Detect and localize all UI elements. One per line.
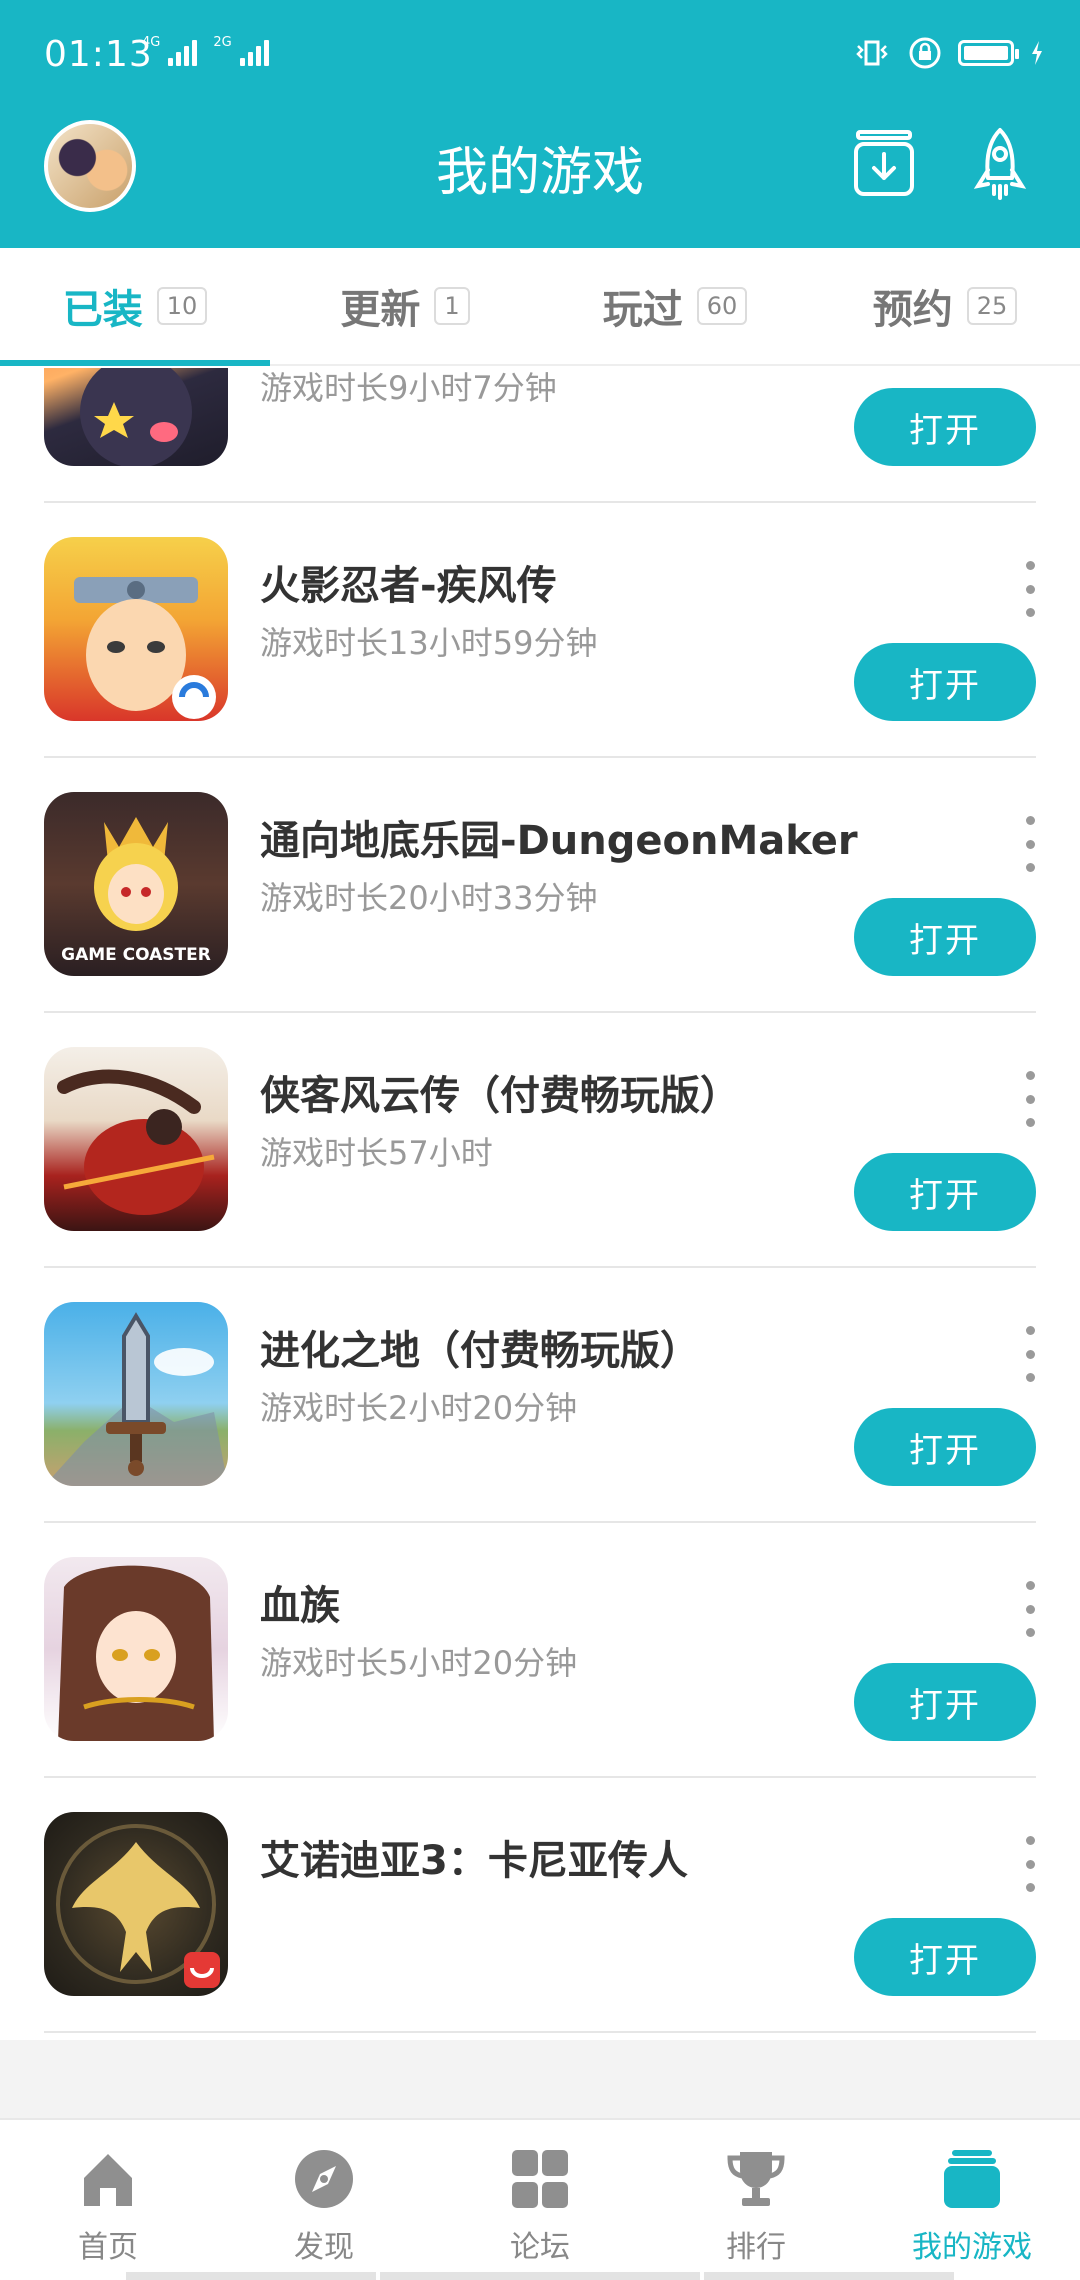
tab-label: 已装 [62, 287, 143, 333]
grid-icon [512, 2150, 568, 2208]
playtime-text: 游戏时长5小时20分钟 [260, 1644, 578, 1682]
status-time: 01:13 [44, 34, 153, 75]
nav-forum[interactable]: 论坛 [432, 2120, 648, 2280]
game-title: 通向地底乐园-DungeonMaker [260, 818, 858, 864]
status-right-icons [852, 36, 1044, 70]
playtime-text: 游戏时长57小时 [260, 1134, 493, 1172]
tab-count-badge: 60 [696, 287, 748, 325]
more-options-icon[interactable] [1020, 1071, 1040, 1127]
compass-icon [295, 2150, 353, 2208]
more-options-icon[interactable] [1020, 1326, 1040, 1382]
game-item-4[interactable]: 进化之地（付费畅玩版） 游戏时长2小时20分钟 打开 [0, 1268, 1080, 1523]
sword-icon [44, 1312, 228, 1486]
tab-bar: 已装 10 更新 1 玩过 60 预约 25 [0, 248, 1080, 366]
game-item-2[interactable]: GAME COASTER 通向地底乐园-DungeonMaker 游戏时长20小… [0, 758, 1080, 1013]
icon-caption: GAME COASTER [61, 945, 211, 965]
open-game-button[interactable]: 打开 [854, 1663, 1036, 1741]
ninja-portrait-icon [74, 577, 216, 719]
gesture-bar-right [704, 2272, 954, 2280]
tab-count-badge: 1 [434, 287, 470, 325]
nav-home[interactable]: 首页 [0, 2120, 216, 2280]
demon-girl-icon: GAME COASTER [61, 817, 211, 965]
game-item-5[interactable]: 血族 游戏时长5小时20分钟 打开 [0, 1523, 1080, 1778]
lock-rotation-icon [909, 37, 941, 69]
tab-installed[interactable]: 已装 10 [0, 248, 270, 366]
playtime-text: 游戏时长20小时33分钟 [260, 879, 598, 917]
signal-indicators: 4G 2G [142, 36, 269, 66]
download-box-icon[interactable] [852, 128, 916, 198]
vampire-girl-icon [58, 1565, 214, 1741]
active-tab-indicator [0, 360, 270, 366]
bottom-navigation: 首页 发现 论坛 排行 我的游戏 [0, 2118, 1080, 2280]
nav-label: 论坛 [510, 2230, 570, 2265]
open-game-button[interactable]: 打开 [854, 388, 1036, 466]
open-game-button[interactable]: 打开 [854, 643, 1036, 721]
nav-label: 排行 [726, 2230, 786, 2265]
game-item-0[interactable]: 游戏时长9小时7分钟 打开 [0, 368, 1080, 503]
network-type-2: 2G [213, 35, 232, 50]
battery-icon [958, 40, 1019, 66]
more-options-icon[interactable] [1020, 816, 1040, 872]
gesture-bar-left [126, 2272, 376, 2280]
playtime-text: 游戏时长13小时59分钟 [260, 624, 598, 662]
game-icon [44, 1557, 228, 1741]
game-title: 血族 [260, 1583, 340, 1629]
tab-reserved[interactable]: 预约 25 [810, 248, 1080, 364]
warrior-icon [57, 1069, 215, 1215]
star-icon [80, 368, 192, 466]
charging-icon [1032, 41, 1042, 65]
open-game-button[interactable]: 打开 [854, 1153, 1036, 1231]
open-game-button[interactable]: 打开 [854, 1408, 1036, 1486]
list-footer-space [0, 2040, 1080, 2118]
more-options-icon[interactable] [1020, 1836, 1040, 1892]
tab-label: 更新 [340, 287, 421, 333]
playtime-text: 游戏时长2小时20分钟 [260, 1389, 578, 1427]
game-list: 游戏时长9小时7分钟 打开 火影忍者-疾风传 游戏时长13小时59分钟 打开 G… [0, 368, 1080, 2040]
dragon-emblem-icon [56, 1824, 220, 1988]
game-icon [44, 1812, 228, 1996]
tab-label: 玩过 [602, 287, 683, 333]
nav-label: 首页 [78, 2230, 138, 2265]
home-icon [84, 2154, 132, 2206]
gesture-bar-middle [380, 2272, 700, 2280]
game-icon: GAME COASTER [44, 792, 228, 976]
game-icon [44, 368, 228, 466]
nav-discover[interactable]: 发现 [216, 2120, 432, 2280]
signal-bars-1-icon [168, 36, 198, 66]
vibrate-icon [856, 40, 888, 66]
game-title: 侠客风云传（付费畅玩版） [260, 1073, 740, 1119]
game-item-1[interactable]: 火影忍者-疾风传 游戏时长13小时59分钟 打开 [0, 503, 1080, 758]
game-box-icon [944, 2150, 1000, 2208]
tab-count-badge: 10 [156, 287, 208, 325]
signal-bars-2-icon [239, 36, 269, 66]
app-header: 01:13 4G 2G 我的游戏 [0, 0, 1080, 248]
nav-label: 我的游戏 [912, 2230, 1032, 2265]
tab-played[interactable]: 玩过 60 [540, 248, 810, 364]
nav-ranking[interactable]: 排行 [648, 2120, 864, 2280]
more-options-icon[interactable] [1020, 1581, 1040, 1637]
divider [44, 2031, 1036, 2033]
game-item-3[interactable]: 侠客风云传（付费畅玩版） 游戏时长57小时 打开 [0, 1013, 1080, 1268]
tab-label: 预约 [872, 287, 953, 333]
open-game-button[interactable]: 打开 [854, 1918, 1036, 1996]
game-title: 火影忍者-疾风传 [260, 563, 557, 609]
open-game-button[interactable]: 打开 [854, 898, 1036, 976]
page-title: 我的游戏 [435, 143, 644, 203]
rocket-icon[interactable] [972, 126, 1028, 202]
game-icon [44, 1302, 228, 1486]
more-options-icon[interactable] [1020, 561, 1040, 617]
game-icon [44, 537, 228, 721]
nav-my-games[interactable]: 我的游戏 [864, 2120, 1080, 2280]
game-icon [44, 1047, 228, 1231]
game-title: 艾诺迪亚3：卡尼亚传人 [260, 1838, 688, 1884]
nav-label: 发现 [294, 2230, 354, 2265]
tab-updates[interactable]: 更新 1 [270, 248, 540, 364]
tab-count-badge: 25 [966, 287, 1018, 325]
status-bar: 01:13 4G 2G [0, 0, 1080, 110]
game-title: 进化之地（付费畅玩版） [260, 1328, 700, 1374]
network-type-1: 4G [142, 35, 161, 50]
game-item-6[interactable]: 艾诺迪亚3：卡尼亚传人 打开 [0, 1778, 1080, 2033]
trophy-icon [727, 2152, 785, 2206]
playtime-text: 游戏时长9小时7分钟 [260, 369, 557, 407]
